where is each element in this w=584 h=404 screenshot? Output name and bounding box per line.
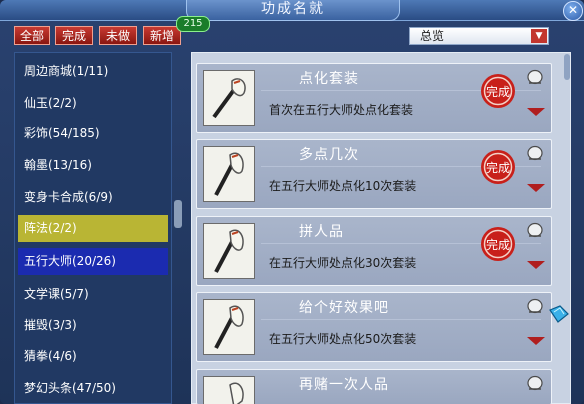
card-divider (261, 319, 541, 320)
filter-tab-not-done[interactable]: 未做 (99, 26, 137, 45)
achievement-card[interactable]: 点化套装 首次在五行大师处点化套装 完成 (196, 63, 552, 133)
seal-icon: 完成 (479, 72, 517, 110)
axe-icon (203, 299, 255, 355)
overview-dropdown[interactable]: 总览 ▼ (409, 27, 549, 45)
bell-icon[interactable] (525, 144, 545, 162)
category-item[interactable]: 彩饰(54/185) (18, 120, 168, 147)
expand-icon[interactable] (527, 337, 545, 345)
close-icon[interactable]: ✕ (563, 1, 583, 21)
seal-label: 完成 (486, 160, 510, 175)
category-item[interactable]: 仙玉(2/2) (18, 90, 168, 117)
achievement-window: 功成名就 ✕ 全部 完成 未做 新增 215 总览 ▼ 周边商城(1/11) 仙… (0, 0, 584, 404)
achievement-title: 点化套装 (299, 71, 359, 87)
bell-icon[interactable] (525, 297, 545, 315)
category-item[interactable]: 摧毁(3/3) (18, 312, 168, 339)
title-bar: 功成名就 ✕ (0, 0, 584, 21)
achievement-scrollbar[interactable] (564, 54, 570, 80)
achievement-title: 给个好效果吧 (299, 300, 389, 316)
category-scrollbar[interactable] (174, 200, 182, 228)
category-item[interactable]: 周边商城(1/11) (18, 58, 168, 85)
achievement-card[interactable]: 再赌一次人品 (196, 369, 552, 404)
bell-icon[interactable] (525, 221, 545, 239)
achievement-title: 再赌一次人品 (299, 377, 389, 393)
filter-tab-completed[interactable]: 完成 (55, 26, 93, 45)
axe-icon (203, 146, 255, 202)
achievement-desc: 在五行大师处点化10次套装 (269, 179, 417, 193)
category-item-selected-formation[interactable]: 阵法(2/2) (18, 215, 168, 242)
expand-icon[interactable] (527, 261, 545, 269)
expand-icon[interactable] (527, 108, 545, 116)
category-item[interactable]: 翰墨(13/16) (18, 152, 168, 179)
new-count-badge: 215 (176, 16, 210, 32)
bell-icon[interactable] (525, 68, 545, 86)
filter-tab-all[interactable]: 全部 (14, 26, 50, 45)
achievement-card[interactable]: 拼人品 在五行大师处点化30次套装 完成 (196, 216, 552, 286)
category-item[interactable]: 梦幻头条(47/50) (18, 375, 168, 402)
seal-icon: 完成 (479, 225, 517, 263)
achievement-desc: 在五行大师处点化30次套装 (269, 256, 417, 270)
axe-icon (203, 223, 255, 279)
achievement-desc: 在五行大师处点化50次套装 (269, 332, 417, 346)
achievement-desc: 首次在五行大师处点化套装 (269, 103, 414, 117)
gem-icon[interactable] (548, 304, 570, 324)
expand-icon[interactable] (527, 184, 545, 192)
category-item-selected-wuxing-master[interactable]: 五行大师(20/26) (18, 248, 168, 275)
window-title: 功成名就 (186, 0, 400, 21)
achievement-title: 多点几次 (299, 147, 359, 163)
seal-icon: 完成 (479, 148, 517, 186)
bell-icon[interactable] (525, 374, 545, 392)
dropdown-arrow-icon[interactable]: ▼ (531, 29, 547, 43)
achievement-card[interactable]: 给个好效果吧 在五行大师处点化50次套装 (196, 292, 552, 362)
category-item[interactable]: 变身卡合成(6/9) (18, 184, 168, 211)
achievement-card[interactable]: 多点几次 在五行大师处点化10次套装 完成 (196, 139, 552, 209)
dropdown-value: 总览 (420, 29, 445, 43)
category-item[interactable]: 猜拳(4/6) (18, 343, 168, 370)
seal-label: 完成 (486, 237, 510, 252)
axe-icon (203, 376, 255, 404)
axe-icon (203, 70, 255, 126)
seal-label: 完成 (486, 84, 510, 99)
category-item[interactable]: 文学课(5/7) (18, 281, 168, 308)
filter-tab-new[interactable]: 新增 (143, 26, 181, 45)
achievement-title: 拼人品 (299, 224, 344, 240)
